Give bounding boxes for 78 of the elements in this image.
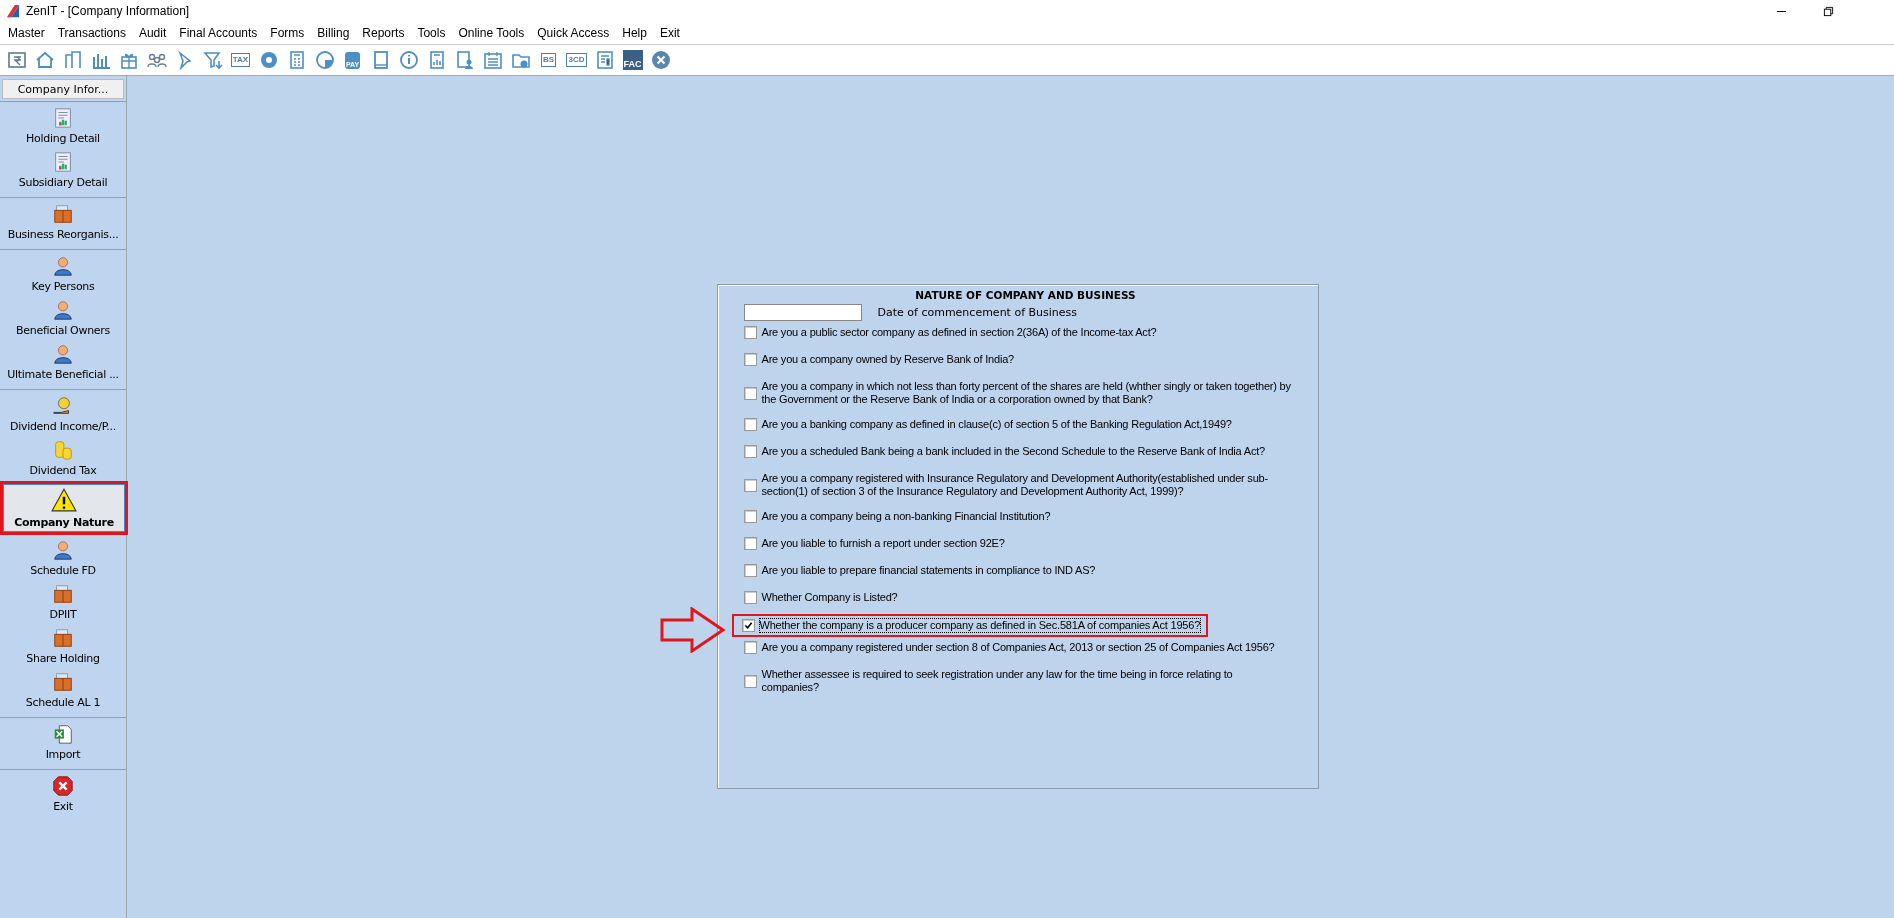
sidebar-item[interactable]: Key Persons <box>0 253 126 295</box>
person-icon <box>52 539 74 561</box>
sidebar-item[interactable]: Dividend Income/P... <box>0 393 126 435</box>
form-title: NATURE OF COMPANY AND BUSINESS <box>914 289 1137 301</box>
sidebar-item[interactable]: Schedule AL 1 <box>0 669 126 711</box>
question-label: Are you a company in which not less than forty percent of the shares are held (whther singly or taken together) by the Government or the Reserve Bank of India or a corporation owned by that Bank? <box>761 380 1292 406</box>
checkbox[interactable] <box>743 674 757 688</box>
toolbar-button[interactable]: FAC <box>620 47 645 73</box>
briefcase-icon <box>52 671 74 693</box>
sidebar-item[interactable]: Schedule FD <box>0 537 126 579</box>
sidebar-item[interactable]: Exit <box>0 773 126 815</box>
person-icon <box>52 343 74 365</box>
toolbar-button[interactable]: 3CD <box>564 47 589 73</box>
menu-item[interactable]: Billing <box>317 26 350 40</box>
question-label: Whether assessee is required to seek registration under any law for the time being in force relating to companies? <box>761 668 1234 694</box>
sidebar-item[interactable]: Holding Detail <box>0 105 126 147</box>
checkbox[interactable] <box>743 564 757 577</box>
checkbox[interactable] <box>743 353 757 366</box>
briefcase-icon <box>52 627 74 649</box>
warning-icon <box>51 487 77 513</box>
sidebar-header[interactable]: Company Infor... <box>2 79 124 99</box>
sidebar-item[interactable]: Business Reorganis... <box>0 201 126 243</box>
question-label: Are you a scheduled Bank being a bank included in the Second Schedule to the Reserve Bank of India Act? <box>761 445 1265 458</box>
question-label: Are you a company registered under section 8 of Companies Act, 2013 or section 25 of Companies Act 1956? <box>761 641 1275 654</box>
report-icon <box>52 107 74 129</box>
question-label: Whether the company is a producer company as defined in Sec.581A of companies Act 1956? <box>759 619 1201 632</box>
sidebar-item[interactable]: Ultimate Beneficial ... <box>0 341 126 383</box>
restore-icon[interactable] <box>1823 5 1834 17</box>
checkbox[interactable] <box>743 445 757 458</box>
checkbox[interactable] <box>743 418 757 431</box>
question-label: Are you a public sector company as defined in section 2(36A) of the Income-tax Act? <box>761 326 1157 339</box>
checkbox[interactable] <box>743 537 757 550</box>
date-field[interactable] <box>743 304 862 321</box>
toolbar-button[interactable]: TAX <box>228 47 253 73</box>
menu-item[interactable]: Final Accounts <box>179 26 258 40</box>
menu-item[interactable]: Exit <box>659 26 680 40</box>
window-title: ZenIT - [Company Information] <box>26 4 190 18</box>
sidebar-item[interactable]: Subsidiary Detail <box>0 149 126 191</box>
sidebar-item[interactable]: DPIIT <box>0 581 126 623</box>
checkbox[interactable] <box>743 478 757 492</box>
close-icon <box>52 775 74 797</box>
spreadsheet-icon <box>52 723 74 745</box>
sidebar-item[interactable]: Import <box>0 721 126 763</box>
checkbox[interactable] <box>741 619 755 632</box>
date-label: Date of commencement of Business <box>877 306 1078 319</box>
briefcase-icon <box>52 203 74 225</box>
report-icon <box>52 151 74 173</box>
menu-item[interactable]: Tools <box>417 26 446 40</box>
question-label: Are you a banking company as defined in clause(c) of section 5 of the Banking Regulation Act,1949? <box>761 418 1232 431</box>
toolbar-button[interactable]: BS <box>536 47 561 73</box>
question-label: Are you a company owned by Reserve Bank of India? <box>761 353 1015 366</box>
person-icon <box>52 299 74 321</box>
menu-item[interactable]: Quick Access <box>537 26 610 40</box>
question-label: Are you liable to prepare financial statements in compliance to IND AS? <box>761 564 1096 577</box>
sidebar-item[interactable]: Share Holding <box>0 625 126 667</box>
menu-item[interactable]: Reports <box>362 26 405 40</box>
menu-item[interactable]: Audit <box>138 26 167 40</box>
checkbox[interactable] <box>743 386 757 400</box>
question-label: Are you a company being a non-banking Financial Institution? <box>761 510 1051 523</box>
menu-item[interactable]: Online Tools <box>458 26 525 40</box>
menu-item[interactable]: Forms <box>270 26 305 40</box>
checkbox[interactable] <box>743 591 757 604</box>
checkbox[interactable] <box>743 326 757 339</box>
question-label: Whether Company is Listed? <box>761 591 898 604</box>
question-label: Are you liable to furnish a report under section 92E? <box>761 537 1005 550</box>
checkbox[interactable] <box>743 641 757 654</box>
coins-icon <box>52 439 74 461</box>
briefcase-icon <box>52 583 74 605</box>
sidebar-item[interactable]: Company Nature <box>3 484 125 532</box>
sidebar-item[interactable]: Beneficial Owners <box>0 297 126 339</box>
menu-item[interactable]: Help <box>622 26 647 40</box>
question-label: Are you a company registered with Insurance Regulatory and Development Authority(established under sub-section(1) of section 3 of the Insurance Regulatory and Development Authority Act, 1999)? <box>761 472 1269 498</box>
checkbox[interactable] <box>743 510 757 523</box>
sidebar-item[interactable]: Dividend Tax <box>0 437 126 479</box>
app-logo-icon <box>6 4 20 18</box>
menu-item[interactable]: Transactions <box>57 26 126 40</box>
menu-item[interactable]: Master <box>8 26 45 40</box>
person-icon <box>52 255 74 277</box>
